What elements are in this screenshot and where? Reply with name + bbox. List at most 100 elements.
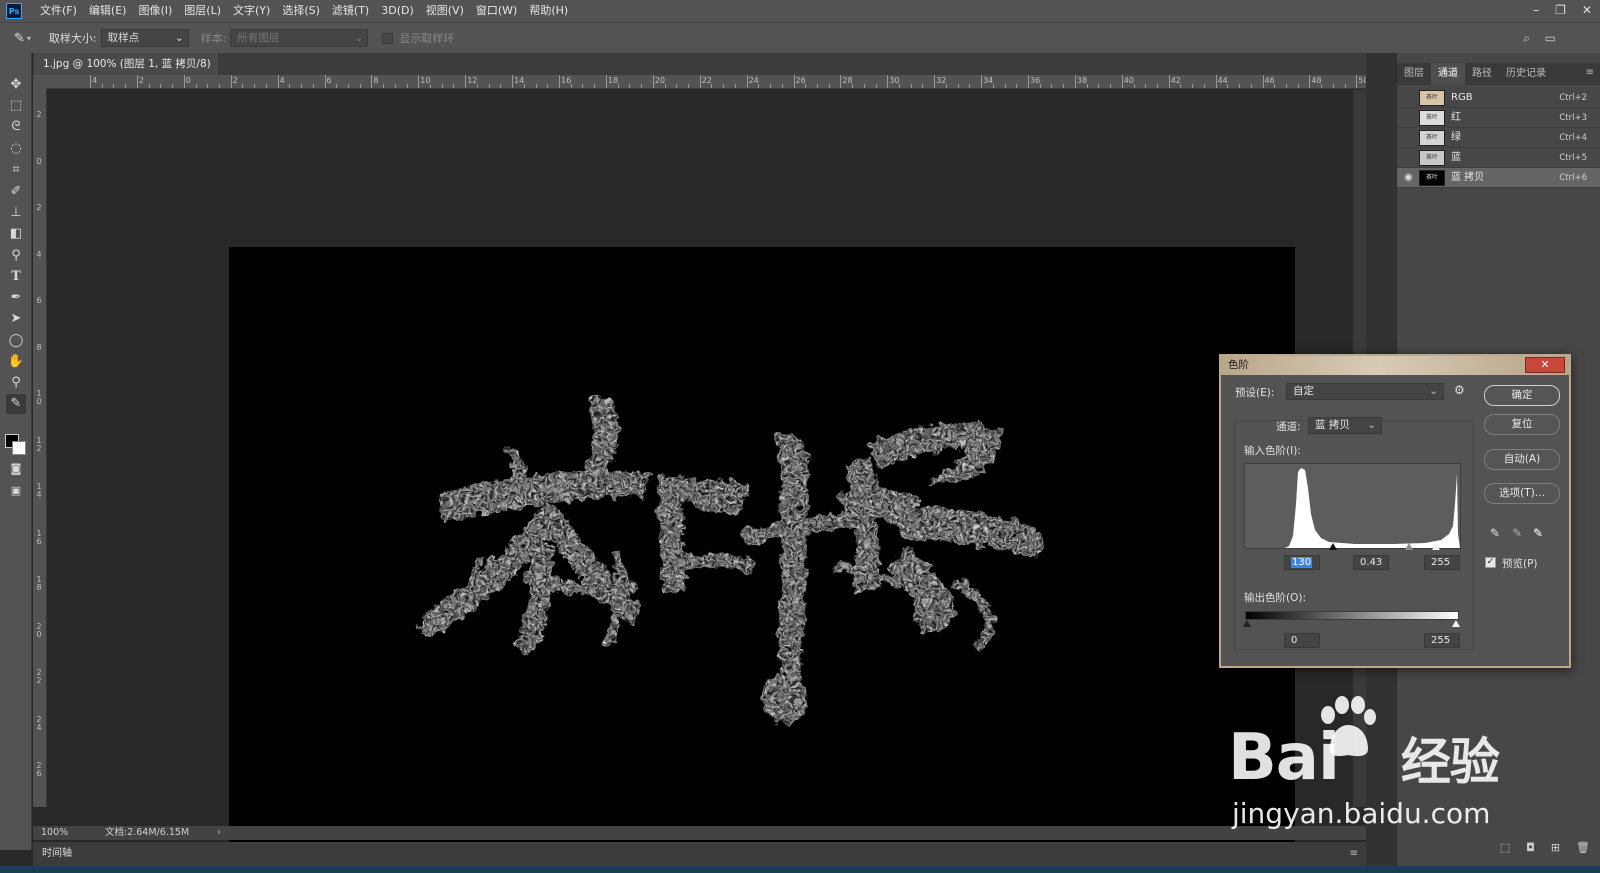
chevron-right-icon[interactable]: ›	[217, 826, 221, 840]
menu-layer[interactable]: 图层(L)	[178, 0, 227, 22]
vertical-ruler[interactable]: 202468101214161820222426	[33, 89, 47, 807]
sample-size-select[interactable]: 取样点 ⌄	[100, 29, 189, 47]
watermark-brand-latin: Bai	[1228, 721, 1340, 795]
ruler-h-tick	[512, 75, 514, 88]
move-tool-icon[interactable]: ✥	[6, 75, 26, 95]
menu-image[interactable]: 图像(I)	[132, 0, 178, 22]
trash-icon[interactable]: 🗑	[1576, 841, 1590, 854]
screen-mode-icon[interactable]: ▣	[6, 481, 26, 501]
input-gamma-slider[interactable]	[1405, 543, 1413, 550]
ruler-h-tick	[172, 84, 174, 88]
background-color-swatch[interactable]	[12, 441, 26, 455]
workspace-icon[interactable]: ▭	[1545, 31, 1556, 45]
brush-tool-icon[interactable]: ✐	[6, 182, 26, 202]
menu-file[interactable]: 文件(F)	[34, 0, 83, 22]
marquee-tool-icon[interactable]: ⬚	[6, 96, 26, 116]
reset-button[interactable]: 复位	[1484, 414, 1560, 435]
close-window-button[interactable]: ✕	[1582, 0, 1592, 20]
input-black-slider[interactable]	[1329, 543, 1337, 550]
channel-row-red[interactable]: 茶叶 红 Ctrl+3	[1397, 108, 1600, 128]
ruler-h-tick	[1297, 84, 1299, 88]
output-white-slider[interactable]	[1452, 620, 1460, 627]
channel-select[interactable]: 蓝 拷贝 ⌄	[1308, 417, 1382, 434]
tab-layers[interactable]: 图层	[1397, 63, 1431, 85]
dodge-tool-icon[interactable]: ⚲	[6, 246, 26, 266]
tab-paths[interactable]: 路径	[1465, 63, 1499, 85]
menu-filter[interactable]: 滤镜(T)	[326, 0, 375, 22]
options-button[interactable]: 选项(T)...	[1484, 483, 1560, 504]
visibility-toggle[interactable]	[1404, 132, 1416, 144]
visibility-toggle[interactable]	[1404, 92, 1416, 104]
stamp-tool-icon[interactable]: ⊥	[6, 203, 26, 223]
menu-edit[interactable]: 编辑(E)	[83, 0, 133, 22]
input-black-field[interactable]: 130	[1284, 555, 1320, 570]
input-gamma-field[interactable]: 0.43	[1353, 555, 1389, 570]
output-black-field[interactable]: 0	[1284, 633, 1320, 648]
menu-window[interactable]: 窗口(W)	[470, 0, 523, 22]
dialog-titlebar[interactable]: 色阶 ✕	[1221, 356, 1569, 375]
visibility-toggle[interactable]	[1404, 112, 1416, 124]
hand-tool-icon[interactable]: ✋	[6, 352, 26, 372]
eyedropper-tool-icon[interactable]: ✎	[6, 394, 26, 414]
preview-checkbox[interactable]: ✓	[1485, 557, 1496, 568]
channel-row-blue[interactable]: 茶叶 蓝 Ctrl+5	[1397, 148, 1600, 168]
panel-menu-icon[interactable]: ≡	[1586, 67, 1594, 78]
sample-select[interactable]: 所有图层 ⌄	[230, 29, 369, 47]
input-white-field[interactable]: 255	[1424, 555, 1460, 570]
auto-button[interactable]: 自动(A)	[1484, 449, 1560, 470]
image-canvas[interactable]	[229, 247, 1295, 849]
output-black-slider[interactable]	[1243, 620, 1251, 627]
lasso-tool-icon[interactable]: ᘓ	[6, 117, 26, 137]
menu-view[interactable]: 视图(V)	[420, 0, 470, 22]
eraser-tool-icon[interactable]: ◧	[6, 224, 26, 244]
menu-3d[interactable]: 3D(D)	[375, 0, 420, 22]
panel-menu-icon[interactable]: ≡	[1350, 842, 1358, 866]
channel-row-green[interactable]: 茶叶 绿 Ctrl+4	[1397, 128, 1600, 148]
gray-eyedropper-icon[interactable]: ✎	[1509, 525, 1525, 541]
channel-row-rgb[interactable]: 茶叶 RGB Ctrl+2	[1397, 88, 1600, 108]
shape-tool-icon[interactable]: ◯	[6, 331, 26, 351]
minimize-button[interactable]: –	[1533, 0, 1539, 20]
document-workspace[interactable]	[48, 90, 1366, 849]
channel-shortcut: Ctrl+3	[1559, 113, 1587, 123]
ruler-h-tick	[136, 75, 138, 88]
white-eyedropper-icon[interactable]: ✎	[1530, 525, 1546, 541]
zoom-level[interactable]: 100%	[41, 826, 68, 840]
show-ring-checkbox[interactable]	[382, 32, 394, 44]
menu-help[interactable]: 帮助(H)	[523, 0, 574, 22]
black-eyedropper-icon[interactable]: ✎	[1487, 525, 1503, 541]
eye-icon[interactable]: ◉	[1404, 172, 1416, 184]
ruler-h-tick	[1215, 75, 1217, 88]
quick-select-tool-icon[interactable]: ◌	[6, 139, 26, 159]
ruler-h-tick	[1203, 84, 1205, 88]
timeline-panel[interactable]: 时间轴 ≡	[33, 842, 1366, 866]
restore-button[interactable]: ❐	[1555, 0, 1566, 20]
crop-tool-icon[interactable]: ⌗	[6, 160, 26, 180]
gear-icon[interactable]: ⚙	[1454, 383, 1465, 397]
histogram-plot	[1245, 468, 1460, 548]
type-tool-icon[interactable]: T	[6, 267, 26, 287]
channel-row-blue-copy[interactable]: ◉ 茶叶 蓝 拷贝 Ctrl+6	[1397, 168, 1600, 188]
ok-button[interactable]: 确定	[1484, 385, 1560, 406]
eyedropper-preset-icon[interactable]: ✎	[14, 31, 25, 46]
visibility-toggle[interactable]	[1404, 152, 1416, 164]
path-select-tool-icon[interactable]: ➤	[6, 309, 26, 329]
horizontal-ruler[interactable]: 4 2 0 2 4 6 8 10 12 14 16 18 20 22 24 26 28 30 32 34 36 38 40 4…	[47, 75, 1366, 89]
ruler-h-tick	[1192, 84, 1194, 88]
document-tab[interactable]: 1.jpg @ 100% (图层 1, 蓝 拷贝/8) * ×	[34, 53, 218, 92]
menu-type[interactable]: 文字(Y)	[227, 0, 276, 22]
close-icon[interactable]: ✕	[1525, 357, 1565, 373]
zoom-tool-icon[interactable]: ⚲	[6, 373, 26, 393]
pen-tool-icon[interactable]: ✒	[6, 288, 26, 308]
output-white-field[interactable]: 255	[1424, 633, 1460, 648]
menu-select[interactable]: 选择(S)	[276, 0, 326, 22]
tab-history[interactable]: 历史记录	[1499, 63, 1553, 85]
preset-select[interactable]: 自定 ⌄	[1286, 383, 1444, 400]
quick-mask-icon[interactable]: ◙	[6, 459, 26, 479]
document-size: 文档:2.64M/6.15M	[105, 827, 190, 838]
input-white-slider[interactable]	[1432, 543, 1440, 550]
chevron-down-icon[interactable]: ▾	[27, 34, 31, 43]
tab-channels[interactable]: 通道	[1431, 63, 1465, 85]
ruler-origin[interactable]	[33, 75, 47, 89]
search-icon[interactable]: ⌕	[1523, 31, 1530, 46]
